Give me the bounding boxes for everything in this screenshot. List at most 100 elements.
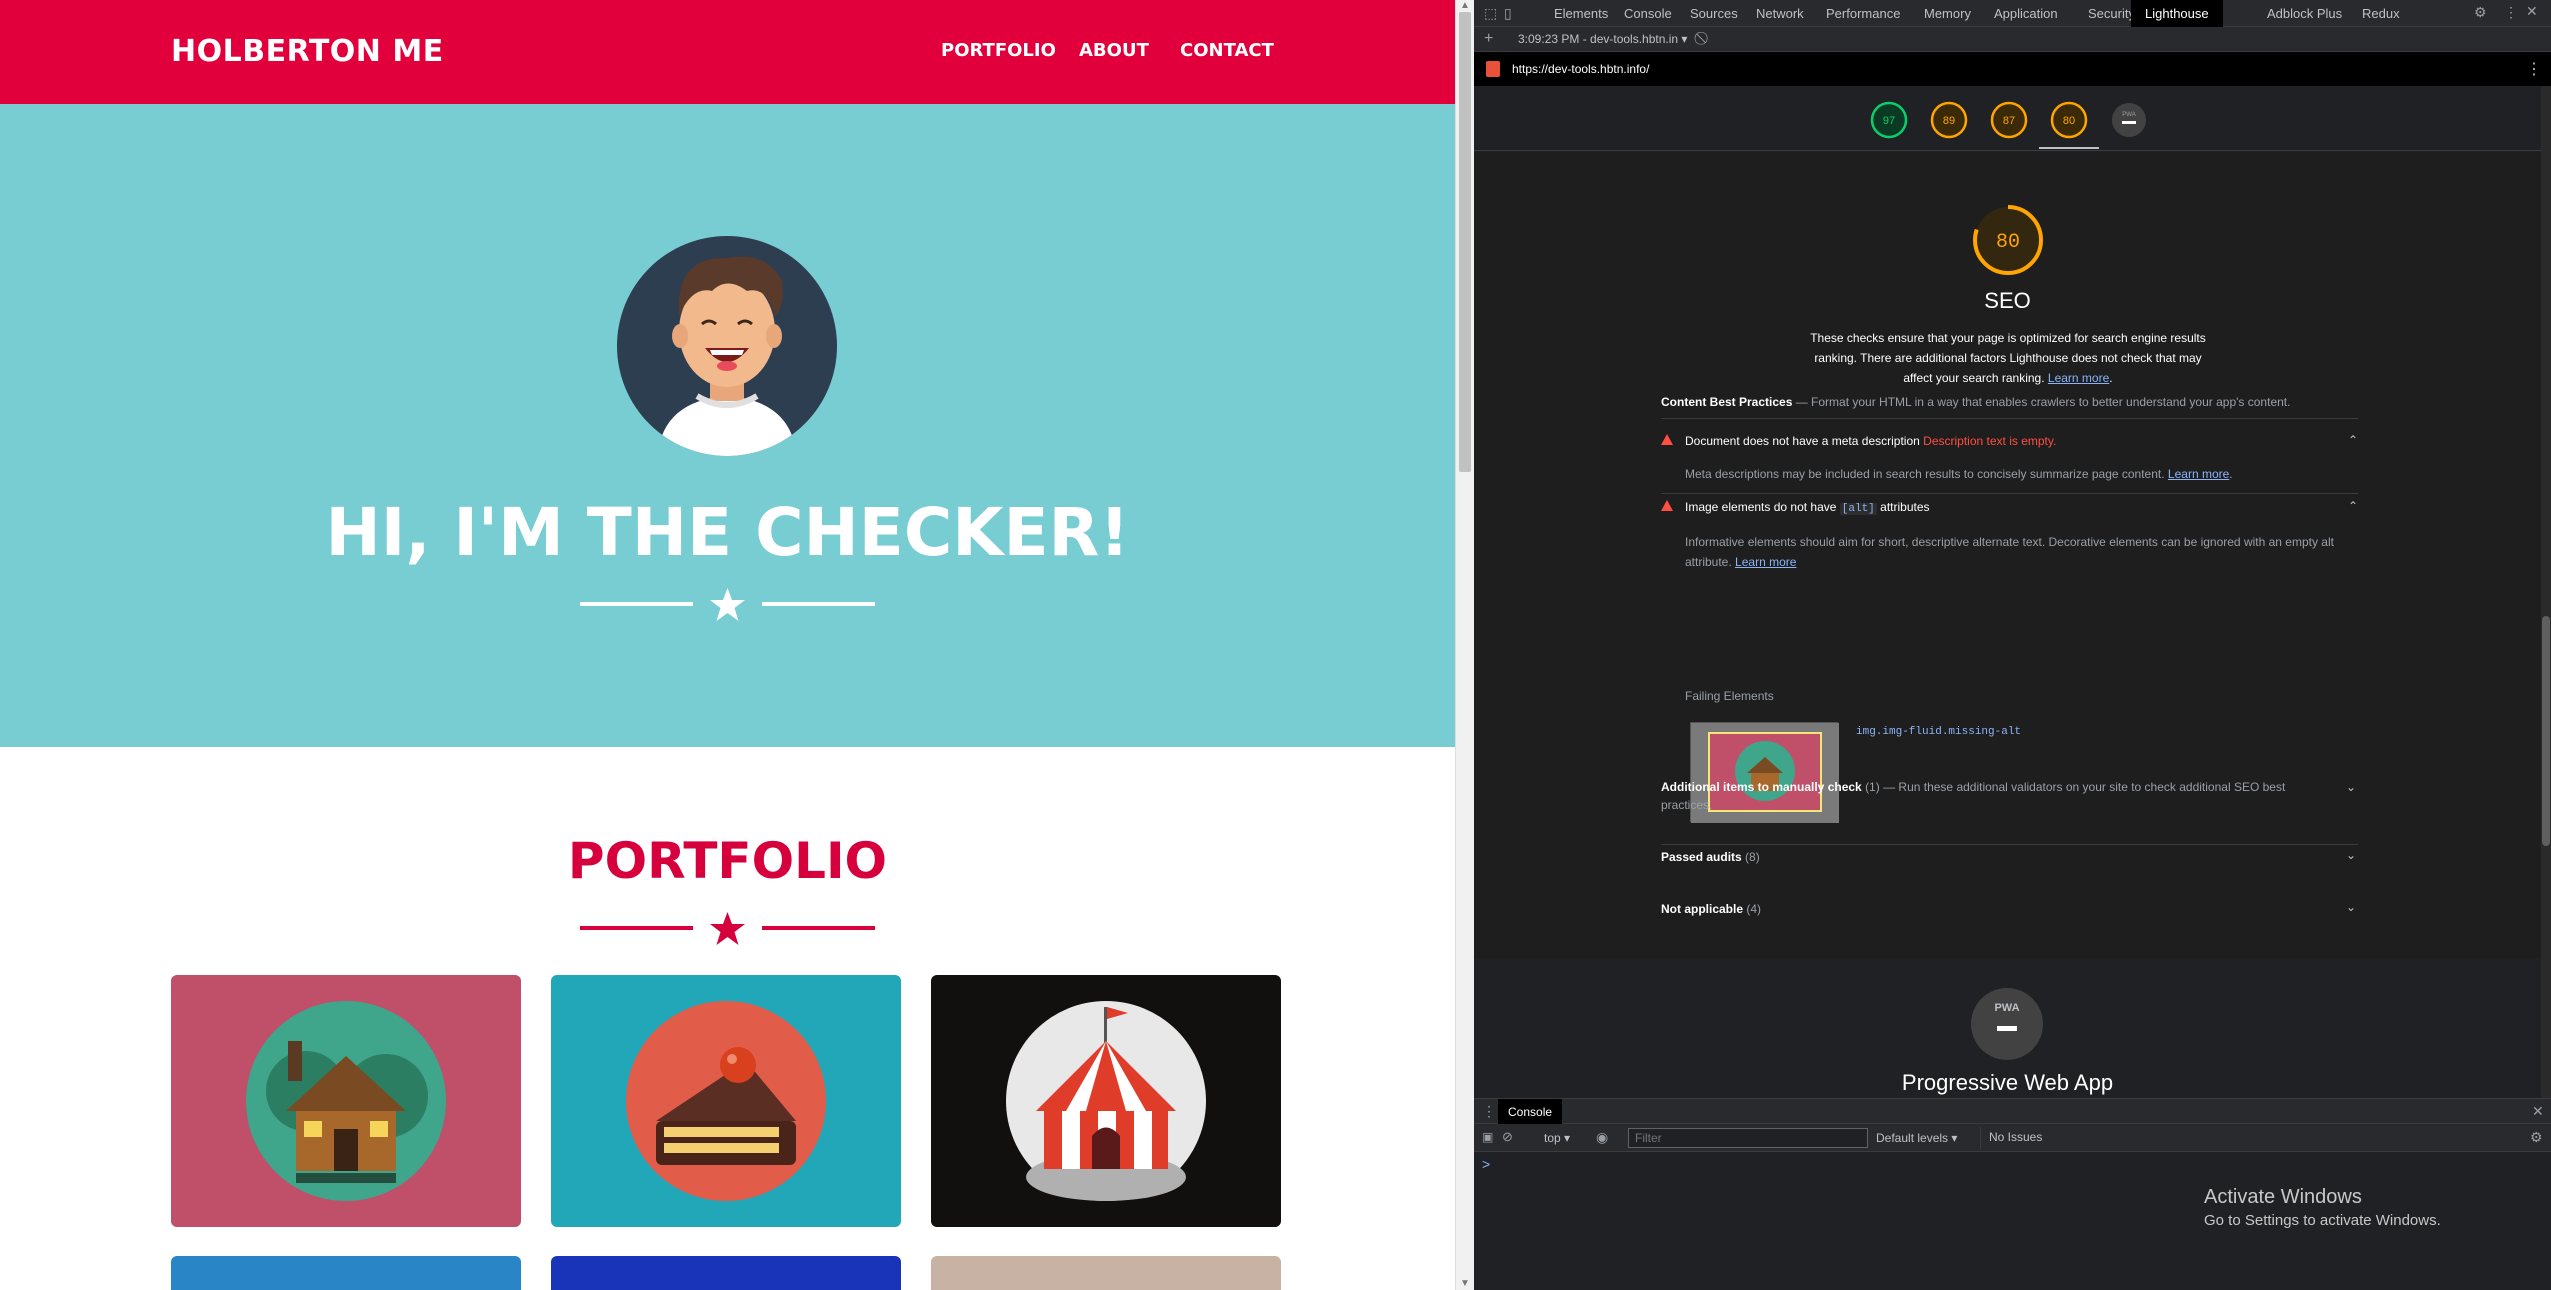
url-menu-icon[interactable]: ⋮ <box>2526 59 2542 79</box>
gauge-row-divider <box>1474 150 2541 151</box>
audit-image-alt-details: Informative elements should aim for shor… <box>1685 535 2334 569</box>
hero-star-divider <box>580 588 875 621</box>
score-gauge-pwa[interactable]: PWA <box>2109 100 2149 140</box>
star-icon <box>710 912 745 945</box>
devtools-panel: ⬚ ▯ Elements Console Sources Network Per… <box>1474 0 2551 1290</box>
eye-icon[interactable]: ◉ <box>1596 1129 1608 1146</box>
audit-meta-description[interactable]: Document does not have a meta descriptio… <box>1661 433 2358 450</box>
drawer-tab-bar: ⋮ Console ✕ <box>1474 1098 2551 1125</box>
navbar: HOLBERTON ME PORTFOLIO ABOUT CONTACT <box>0 0 1455 104</box>
seo-score-gauge: 80 <box>1973 205 2043 275</box>
not-applicable-section[interactable]: Not applicable (4) <box>1661 902 1761 916</box>
devtools-tab-bar: ⬚ ▯ Elements Console Sources Network Per… <box>1474 0 2551 27</box>
report-selector[interactable]: 3:09:23 PM - dev-tools.hbtn.in ▾ <box>1518 32 1687 46</box>
nav-link-portfolio[interactable]: PORTFOLIO <box>941 40 1056 61</box>
passed-audits-section[interactable]: Passed audits (8) <box>1661 850 1760 864</box>
portfolio-card-cabin[interactable] <box>171 975 521 1227</box>
tab-redux[interactable]: Redux <box>2362 6 2400 21</box>
portfolio-card-6[interactable] <box>931 1256 1281 1290</box>
tab-memory[interactable]: Memory <box>1924 6 1971 21</box>
lighthouse-toolbar: + 3:09:23 PM - dev-tools.hbtn.in ▾ ⃠ <box>1474 27 2551 52</box>
portfolio-card-cake[interactable] <box>551 975 901 1227</box>
nav-link-about[interactable]: ABOUT <box>1079 40 1149 61</box>
alt-learn-more-link[interactable]: Learn more <box>1735 555 1796 569</box>
tab-console[interactable]: Console <box>1624 6 1672 21</box>
issues-button[interactable]: No Issues <box>1980 1127 2050 1149</box>
tab-performance[interactable]: Performance <box>1826 6 1900 21</box>
tab-network[interactable]: Network <box>1756 6 1804 21</box>
svg-text:80: 80 <box>1996 231 2020 254</box>
close-drawer-icon[interactable]: ✕ <box>2532 1103 2544 1120</box>
selected-gauge-underline <box>2039 147 2099 149</box>
svg-text:87: 87 <box>2003 115 2015 127</box>
pwa-title: Progressive Web App <box>1901 1070 2114 1095</box>
portfolio-card-5[interactable] <box>551 1256 901 1290</box>
report-scrollbar-thumb[interactable] <box>2542 616 2550 846</box>
scroll-down-icon[interactable]: ▼ <box>1460 1278 1470 1289</box>
svg-text:97: 97 <box>1883 115 1895 127</box>
more-options-icon[interactable]: ⋮ <box>2504 4 2518 21</box>
score-gauge-accessibility[interactable]: 89 <box>1929 100 1969 140</box>
audit-divider <box>1661 418 2358 419</box>
lighthouse-report: 97 89 87 80 PWA 80 SEO These checks ensu… <box>1474 86 2541 1098</box>
warning-triangle-icon <box>1661 500 1673 511</box>
audit-image-alt[interactable]: Image elements do not have [alt] attribu… <box>1661 499 2358 516</box>
cake-icon <box>626 1001 826 1201</box>
tab-elements[interactable]: Elements <box>1554 6 1608 21</box>
circus-tent-icon <box>1006 1001 1206 1201</box>
hero-title: HI, I'M THE CHECKER! <box>325 494 1130 571</box>
context-selector[interactable]: top ▾ <box>1544 1131 1570 1145</box>
svg-text:PWA: PWA <box>2122 112 2135 118</box>
meta-learn-more-link[interactable]: Learn more <box>2168 467 2229 481</box>
new-report-plus-icon[interactable]: + <box>1484 30 1493 48</box>
page-scrollbar-thumb[interactable] <box>1459 12 1471 472</box>
portfolio-card-4[interactable] <box>171 1256 521 1290</box>
chevron-down-icon[interactable]: ⌄ <box>2346 780 2356 794</box>
pwa-badge-icon: PWA <box>1971 988 2043 1060</box>
device-toggle-icon[interactable]: ▯ <box>1504 5 1512 22</box>
seo-description: These checks ensure that your page is op… <box>1810 331 2206 385</box>
report-scrollbar[interactable] <box>2541 86 2551 1098</box>
audit-meta-description-details: Meta descriptions may be included in sea… <box>1685 467 2233 481</box>
tab-security[interactable]: Security <box>2088 6 2135 21</box>
inspect-icon[interactable]: ⬚ <box>1484 5 1497 22</box>
seo-title: SEO <box>1984 288 2031 313</box>
console-settings-gear-icon[interactable]: ⚙ <box>2530 1129 2543 1146</box>
manual-checks-section[interactable]: Additional items to manually check (1) —… <box>1661 780 2285 816</box>
chevron-up-icon[interactable]: ⌃ <box>2348 433 2358 447</box>
failing-element-selector[interactable]: img.img-fluid.missing-alt <box>1856 726 2021 738</box>
scroll-up-icon[interactable]: ▲ <box>1460 0 1470 11</box>
close-devtools-icon[interactable]: ✕ <box>2526 3 2538 20</box>
brand-logo[interactable]: HOLBERTON ME <box>171 34 444 69</box>
portfolio-card-circus[interactable] <box>931 975 1281 1227</box>
score-gauge-best-practices[interactable]: 87 <box>1989 100 2029 140</box>
log-levels-dropdown[interactable]: Default levels ▾ <box>1876 1131 1957 1145</box>
activate-windows-title: Activate Windows <box>2204 1186 2362 1208</box>
score-gauge-seo[interactable]: 80 <box>2049 100 2089 140</box>
svg-text:80: 80 <box>2063 115 2075 127</box>
chevron-up-icon[interactable]: ⌃ <box>2348 499 2358 513</box>
seo-learn-more-link[interactable]: Learn more <box>2048 371 2109 385</box>
chevron-down-icon[interactable]: ⌄ <box>2346 848 2356 862</box>
sidebar-toggle-icon[interactable]: ▣ <box>1482 1130 1493 1144</box>
tab-sources[interactable]: Sources <box>1690 6 1738 21</box>
lighthouse-logo-icon <box>1486 61 1500 77</box>
clear-console-icon[interactable]: ⊘ <box>1502 1129 1513 1145</box>
content-best-practices-group: Content Best Practices — Format your HTM… <box>1661 395 2291 409</box>
audit-divider <box>1661 493 2358 494</box>
drawer-menu-icon[interactable]: ⋮ <box>1482 1103 1496 1120</box>
svg-text:89: 89 <box>1943 115 1955 127</box>
settings-gear-icon[interactable]: ⚙ <box>2474 4 2487 21</box>
chevron-down-icon[interactable]: ⌄ <box>2346 900 2356 914</box>
tab-application[interactable]: Application <box>1994 6 2058 21</box>
nav-link-contact[interactable]: CONTACT <box>1180 40 1274 61</box>
tab-lighthouse[interactable]: Lighthouse <box>2131 0 2223 27</box>
warning-triangle-icon <box>1661 434 1673 445</box>
drawer-tab-console[interactable]: Console <box>1498 1099 1563 1125</box>
tab-adblock-plus[interactable]: Adblock Plus <box>2267 6 2342 21</box>
page-scrollbar[interactable]: ▲ ▼ <box>1455 0 1474 1290</box>
console-prompt: > <box>1482 1156 1491 1172</box>
audited-url[interactable]: https://dev-tools.hbtn.info/ <box>1512 62 1649 76</box>
score-gauge-performance[interactable]: 97 <box>1869 100 1909 140</box>
console-filter-input[interactable] <box>1628 1128 1868 1148</box>
